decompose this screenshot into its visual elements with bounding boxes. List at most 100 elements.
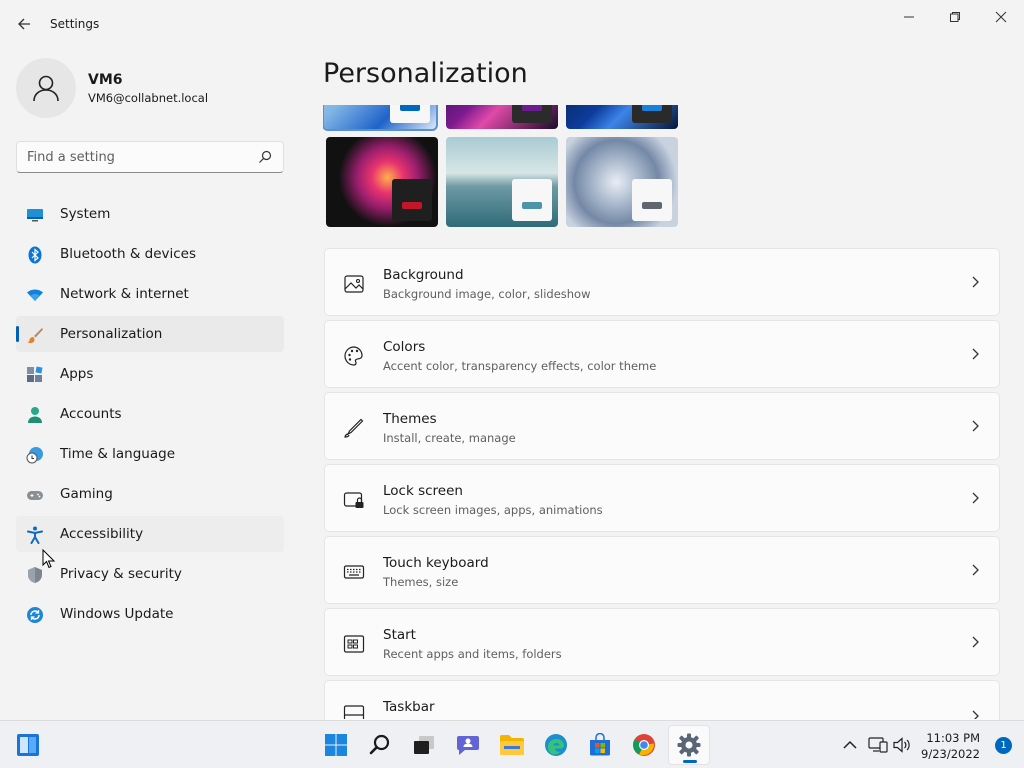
- taskbar-icon: [343, 705, 365, 719]
- setting-card-lock-screen[interactable]: Lock screen Lock screen images, apps, an…: [324, 464, 1000, 532]
- setting-card-colors[interactable]: Colors Accent color, transparency effect…: [324, 320, 1000, 388]
- back-arrow-icon: [18, 18, 30, 30]
- apps-icon: [27, 366, 43, 382]
- card-subtitle: Install, create, manage: [383, 431, 516, 445]
- card-title: Themes: [383, 411, 437, 427]
- sidebar-item-bluetooth[interactable]: Bluetooth & devices: [16, 236, 284, 272]
- chat-button[interactable]: [454, 731, 482, 759]
- bluetooth-icon: [28, 246, 42, 264]
- widgets-button[interactable]: [14, 731, 42, 759]
- edge-button[interactable]: [542, 731, 570, 759]
- theme-thumbnail[interactable]: [326, 137, 438, 227]
- search-input[interactable]: [17, 142, 247, 172]
- network-tray-button[interactable]: [868, 735, 888, 755]
- accounts-icon: [28, 407, 42, 423]
- close-button[interactable]: [978, 6, 1024, 28]
- maximize-icon: [950, 12, 960, 22]
- accessibility-icon: [27, 526, 43, 544]
- sidebar-item-label: Apps: [60, 366, 94, 382]
- brush-icon: [27, 328, 43, 344]
- sidebar-item-label: Privacy & security: [60, 566, 182, 582]
- system-clock[interactable]: 11:03 PM 9/23/2022: [921, 730, 980, 762]
- clock-time: 11:03 PM: [926, 731, 980, 745]
- sidebar-item-system[interactable]: System: [16, 196, 284, 232]
- task-view-button[interactable]: [410, 731, 438, 759]
- card-title: Start: [383, 627, 416, 643]
- theme-window-preview: [632, 105, 672, 123]
- sidebar-item-label: Windows Update: [60, 606, 174, 622]
- settings-list: Background Background image, color, slid…: [324, 248, 1000, 724]
- sidebar-item-label: Network & internet: [60, 286, 189, 302]
- theme-thumbnail[interactable]: [446, 137, 558, 227]
- network-wired-icon: [868, 737, 888, 753]
- sidebar-item-accounts[interactable]: Accounts: [16, 396, 284, 432]
- theme-previews: [323, 105, 683, 230]
- show-hidden-icons-button[interactable]: [840, 735, 860, 755]
- person-icon: [33, 75, 59, 102]
- clock-date: 9/23/2022: [921, 747, 980, 761]
- card-title: Background: [383, 267, 464, 283]
- card-subtitle: Accent color, transparency effects, colo…: [383, 359, 657, 373]
- theme-thumbnail[interactable]: [323, 105, 438, 131]
- chrome-button[interactable]: [630, 731, 658, 759]
- gamepad-icon: [27, 491, 43, 500]
- minimize-button[interactable]: [886, 6, 932, 28]
- theme-thumbnail[interactable]: [446, 105, 558, 129]
- sidebar-item-time-language[interactable]: Time & language: [16, 436, 284, 472]
- file-explorer-button[interactable]: [498, 731, 526, 759]
- edge-icon: [545, 734, 567, 756]
- avatar: [16, 58, 76, 118]
- keyboard-icon: [343, 565, 365, 579]
- card-title: Touch keyboard: [383, 555, 489, 571]
- chevron-right-icon: [972, 636, 979, 648]
- setting-card-touch-keyboard[interactable]: Touch keyboard Themes, size: [324, 536, 1000, 604]
- update-icon: [27, 607, 43, 623]
- palette-icon: [344, 346, 363, 366]
- volume-tray-button[interactable]: [892, 735, 912, 755]
- chevron-right-icon: [972, 348, 979, 360]
- theme-window-preview: [390, 105, 430, 123]
- sidebar-item-apps[interactable]: Apps: [16, 356, 284, 392]
- theme-thumbnail[interactable]: [566, 137, 678, 227]
- chevron-right-icon: [972, 564, 979, 576]
- setting-card-taskbar[interactable]: Taskbar: [324, 680, 1000, 720]
- setting-card-start[interactable]: Start Recent apps and items, folders: [324, 608, 1000, 676]
- wifi-icon: [27, 289, 43, 301]
- theme-thumbnail[interactable]: [566, 105, 678, 129]
- widgets-icon: [17, 734, 39, 756]
- start-button[interactable]: [322, 731, 350, 759]
- windows-logo-icon: [325, 734, 347, 756]
- card-subtitle: Recent apps and items, folders: [383, 647, 562, 661]
- setting-card-background[interactable]: Background Background image, color, slid…: [324, 248, 1000, 316]
- sidebar-item-windows-update[interactable]: Windows Update: [16, 596, 284, 632]
- card-subtitle: Themes, size: [383, 575, 459, 589]
- time-language-icon: [26, 447, 43, 464]
- sidebar-item-personalization[interactable]: Personalization: [16, 316, 284, 352]
- search-box[interactable]: [16, 141, 284, 173]
- theme-window-preview: [512, 105, 552, 123]
- card-title: Colors: [383, 339, 426, 355]
- start-icon: [343, 635, 365, 653]
- sidebar-item-privacy[interactable]: Privacy & security: [16, 556, 284, 592]
- back-button[interactable]: [12, 12, 36, 36]
- sidebar-item-network[interactable]: Network & internet: [16, 276, 284, 312]
- setting-card-themes[interactable]: Themes Install, create, manage: [324, 392, 1000, 460]
- store-button[interactable]: [586, 731, 614, 759]
- sidebar-item-accessibility[interactable]: Accessibility: [16, 516, 284, 552]
- maximize-button[interactable]: [932, 6, 978, 28]
- user-profile[interactable]: VM6 VM6@collabnet.local: [16, 58, 286, 118]
- chevron-right-icon: [972, 420, 979, 432]
- chevron-right-icon: [972, 276, 979, 288]
- card-title: Taskbar: [383, 699, 435, 715]
- card-subtitle: Background image, color, slideshow: [383, 287, 591, 301]
- theme-window-preview: [512, 179, 552, 221]
- minimize-icon: [904, 16, 914, 18]
- chevron-right-icon: [972, 492, 979, 504]
- speaker-icon: [893, 737, 910, 753]
- notification-badge[interactable]: 1: [995, 737, 1012, 754]
- taskbar-search-button[interactable]: [366, 731, 394, 759]
- card-title: Lock screen: [383, 483, 463, 499]
- settings-taskbar-button[interactable]: [675, 731, 703, 759]
- sidebar-item-gaming[interactable]: Gaming: [16, 476, 284, 512]
- search-icon[interactable]: [257, 149, 273, 165]
